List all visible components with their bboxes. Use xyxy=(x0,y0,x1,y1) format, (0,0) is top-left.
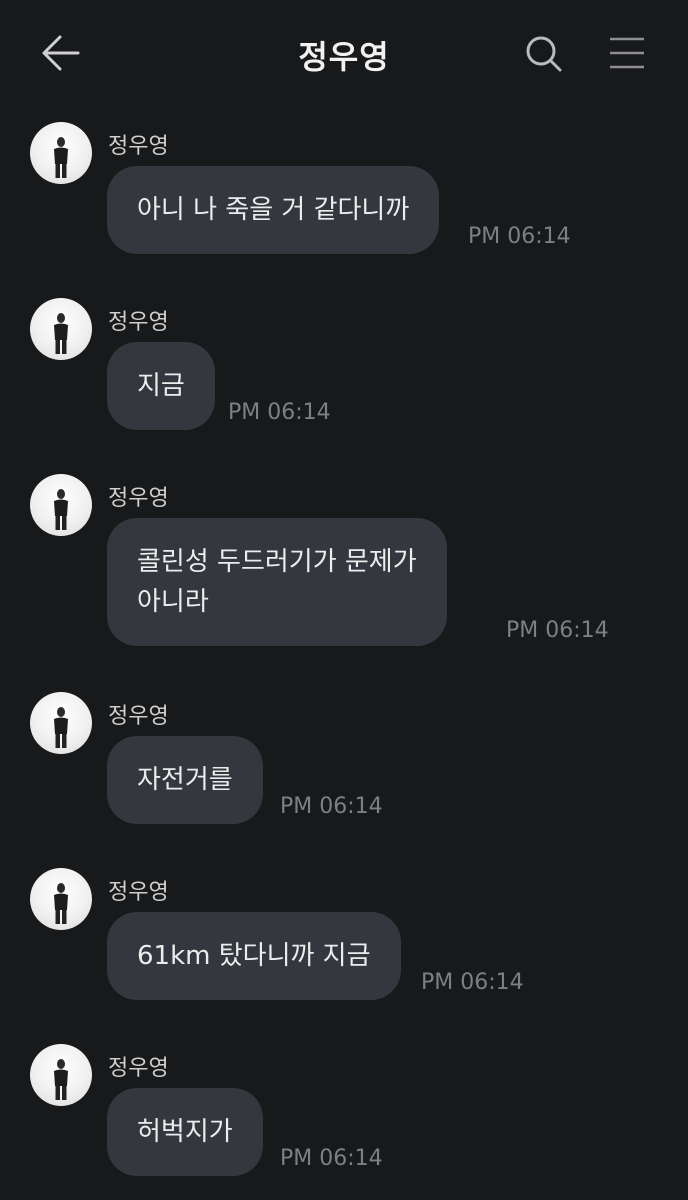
person-photo-icon xyxy=(54,883,68,924)
message-timestamp: PM 06:14 xyxy=(280,794,383,819)
message-text: 지금 xyxy=(137,371,185,401)
avatar[interactable] xyxy=(30,868,92,930)
message-bubble[interactable]: 자전거를 xyxy=(107,736,263,824)
message-list: 정우영 아니 나 죽을 거 같다니까 PM 06:14 정우영 지금 PM 06… xyxy=(0,0,688,1200)
message-bubble[interactable]: 61km 탔다니까 지금 xyxy=(107,912,401,1000)
avatar[interactable] xyxy=(30,1044,92,1106)
message-bubble[interactable]: 아니 나 죽을 거 같다니까 xyxy=(107,166,440,254)
message-timestamp: PM 06:14 xyxy=(506,618,609,643)
message-bubble[interactable]: 지금 xyxy=(107,342,215,430)
message-text: 자전거를 xyxy=(137,765,233,795)
message-bubble[interactable]: 허벅지가 xyxy=(107,1088,263,1176)
sender-name: 정우영 xyxy=(108,310,169,335)
sender-name: 정우영 xyxy=(108,134,169,159)
person-photo-icon xyxy=(54,313,68,354)
avatar[interactable] xyxy=(30,474,92,536)
message-text: 허벅지가 xyxy=(137,1117,233,1147)
avatar[interactable] xyxy=(30,298,92,360)
sender-name: 정우영 xyxy=(108,704,169,729)
message-timestamp: PM 06:14 xyxy=(468,224,571,249)
message-text: 61km 탔다니까 지금 xyxy=(137,941,371,971)
avatar[interactable] xyxy=(30,692,92,754)
avatar[interactable] xyxy=(30,122,92,184)
message-timestamp: PM 06:14 xyxy=(228,400,331,425)
sender-name: 정우영 xyxy=(108,880,169,905)
message-timestamp: PM 06:14 xyxy=(421,970,524,995)
sender-name: 정우영 xyxy=(108,486,169,511)
message-text-line: 아니라 xyxy=(137,587,209,617)
person-photo-icon xyxy=(54,137,68,178)
person-photo-icon xyxy=(54,489,68,530)
message-text-line: 콜린성 두드러기가 문제가 xyxy=(137,547,417,577)
person-photo-icon xyxy=(54,707,68,748)
message-text: 아니 나 죽을 거 같다니까 xyxy=(137,195,410,225)
sender-name: 정우영 xyxy=(108,1056,169,1081)
message-bubble[interactable]: 콜린성 두드러기가 문제가 아니라 xyxy=(107,518,447,646)
person-photo-icon xyxy=(54,1059,68,1100)
message-timestamp: PM 06:14 xyxy=(280,1146,383,1171)
